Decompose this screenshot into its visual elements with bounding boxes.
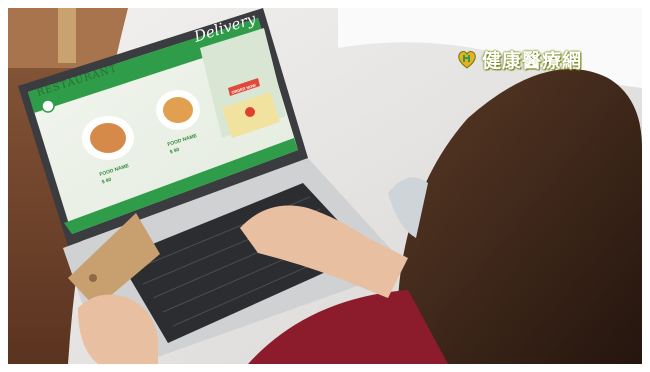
heart-leaf-logo-icon	[458, 50, 476, 69]
food-item-1-name: FOOD NAME	[99, 163, 131, 178]
site-logo: 健康醫療網	[456, 44, 582, 74]
screen-banner-title: Delivery	[191, 9, 258, 46]
order-button-label: ORDER NOW	[231, 83, 257, 95]
screen-brand: RESTAURANT	[36, 63, 119, 99]
logo-text: 健康醫療網	[482, 49, 583, 72]
food-item-2-price: $ 90	[169, 147, 180, 156]
food-item-1-price: $ 90	[101, 177, 112, 186]
food-item-2-name: FOOD NAME	[167, 133, 199, 148]
